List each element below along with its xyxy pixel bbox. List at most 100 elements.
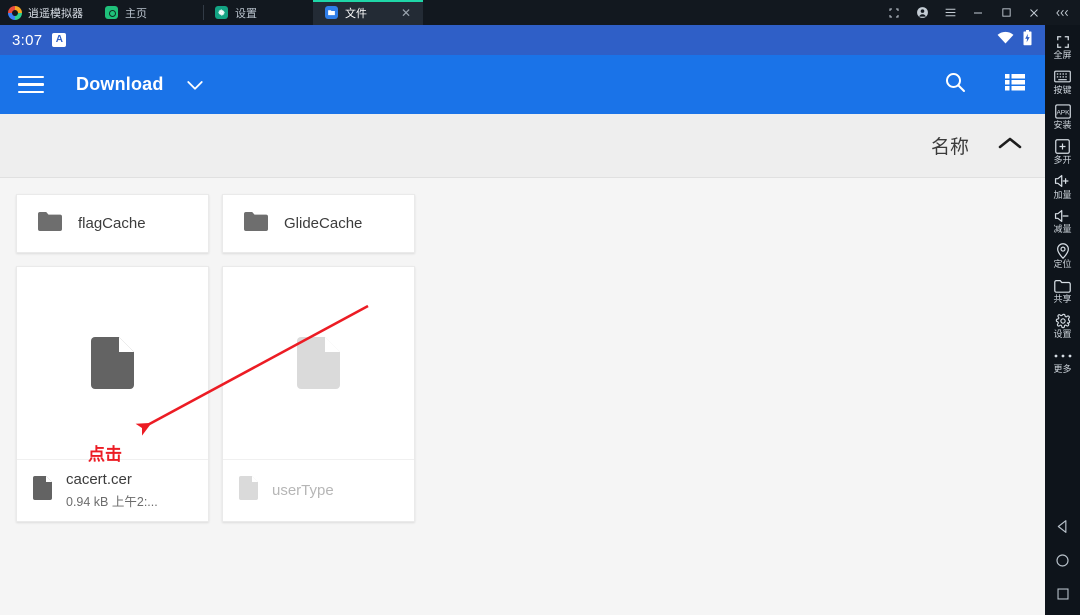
android-status-bar: 3:07 A <box>0 25 1045 55</box>
sidebar-item-install[interactable]: APK 安装 <box>1045 99 1080 134</box>
file-thumbnail <box>223 267 414 459</box>
sidebar-label: 多开 <box>1053 154 1072 165</box>
tab-home-label: 主页 <box>125 7 147 20</box>
volume-down-icon <box>1054 207 1071 224</box>
android-screen: 3:07 A Download 名称 flagCache GlideCache … <box>0 25 1045 615</box>
chevron-up-icon[interactable] <box>997 135 1023 156</box>
sidebar-label: 全屏 <box>1053 50 1072 60</box>
tab-files-label: 文件 <box>345 7 367 20</box>
shared-folder-icon <box>1054 277 1071 294</box>
sort-label: 名称 <box>930 137 969 158</box>
sidebar-label: 加量 <box>1053 189 1072 200</box>
keyboard-icon <box>1054 68 1071 85</box>
file-card-usertype[interactable]: userType <box>222 266 415 522</box>
hamburger-icon[interactable] <box>18 75 44 94</box>
home-circle-icon <box>105 6 118 19</box>
page-title: Download <box>76 74 164 94</box>
gear-icon <box>215 6 228 19</box>
svg-text:APK: APK <box>1056 109 1070 116</box>
gear-icon <box>1055 312 1071 329</box>
fullscreen-icon <box>1056 33 1070 50</box>
ellipsis-icon <box>1054 347 1072 364</box>
file-thumbnail <box>17 267 208 459</box>
folder-icon <box>37 211 63 237</box>
sidebar-item-share[interactable]: 共享 <box>1045 273 1080 308</box>
file-name: cacert.cer <box>66 471 132 488</box>
app-bar: Download <box>0 55 1045 114</box>
app-logo-icon <box>8 5 22 20</box>
window-controls <box>880 0 1080 25</box>
folder-card[interactable]: GlideCache <box>222 194 415 253</box>
menu-button[interactable] <box>936 0 964 25</box>
sidebar-item-settings[interactable]: 设置 <box>1045 308 1080 343</box>
folder-icon <box>243 211 269 237</box>
folder-name: flagCache <box>78 215 146 232</box>
sidebar-label: 安装 <box>1053 119 1072 130</box>
file-texts: cacert.cer 0.94 kB 上午2:... <box>66 471 158 510</box>
file-grid-area: flagCache GlideCache cacert.cer 0.94 kB … <box>0 178 1045 615</box>
file-icon <box>297 337 340 389</box>
file-card-cacert[interactable]: cacert.cer 0.94 kB 上午2:... <box>16 266 209 522</box>
file-meta: userType <box>223 459 414 521</box>
file-icon <box>91 337 134 389</box>
folder-card[interactable]: flagCache <box>16 194 209 253</box>
snapshot-button[interactable] <box>880 0 908 25</box>
file-meta: cacert.cer 0.94 kB 上午2:... <box>17 459 208 521</box>
multi-instance-icon <box>1055 138 1070 155</box>
folder-name: GlideCache <box>284 215 363 232</box>
sidebar-label: 设置 <box>1053 329 1072 340</box>
location-pin-icon <box>1056 242 1070 259</box>
tab-home[interactable]: 主页 <box>93 0 203 25</box>
collapse-sidebar-button[interactable] <box>1048 0 1076 25</box>
maximize-button[interactable] <box>992 0 1020 25</box>
search-icon[interactable] <box>943 70 967 99</box>
file-name: userType <box>272 482 334 499</box>
apk-install-icon: APK <box>1054 103 1071 120</box>
status-indicators <box>997 29 1033 51</box>
sort-bar[interactable]: 名称 <box>0 114 1045 178</box>
account-button[interactable] <box>908 0 936 25</box>
emulator-window: 逍遥模拟器 主页 设置 文件 ✕ 3:07 A Download 名称 flag… <box>0 0 1080 615</box>
emulator-sidebar: 全屏 按键 APK 安装 多开 加量 减量 定位 共享 设置 更多 <box>1045 25 1080 615</box>
list-view-icon[interactable] <box>1003 70 1027 99</box>
file-icon <box>33 476 52 505</box>
sidebar-item-location[interactable]: 定位 <box>1045 238 1080 273</box>
sidebar-label: 共享 <box>1053 294 1072 305</box>
brand-name: 逍遥模拟器 <box>28 7 83 20</box>
sidebar-label: 减量 <box>1053 224 1072 235</box>
sidebar-item-volume-up[interactable]: 加量 <box>1045 169 1080 204</box>
android-nav-buttons <box>1054 517 1072 615</box>
file-texts: userType <box>272 482 334 499</box>
tab-settings[interactable]: 设置 <box>203 0 313 25</box>
file-subtitle: 0.94 kB 上午2:... <box>66 495 158 509</box>
sidebar-label: 更多 <box>1053 364 1072 375</box>
status-clock: 3:07 <box>12 31 43 49</box>
minimize-button[interactable] <box>964 0 992 25</box>
android-home-button[interactable] <box>1054 551 1072 569</box>
sidebar-item-volume-down[interactable]: 减量 <box>1045 203 1080 238</box>
close-window-button[interactable] <box>1020 0 1048 25</box>
tab-settings-label: 设置 <box>235 7 257 20</box>
notification-badge: A <box>52 33 67 47</box>
chevron-down-icon[interactable] <box>186 79 204 91</box>
app-bar-actions <box>943 70 1027 99</box>
file-grid: flagCache GlideCache cacert.cer 0.94 kB … <box>16 194 1029 522</box>
sidebar-item-keymap[interactable]: 按键 <box>1045 64 1080 99</box>
emulator-tab-bar: 逍遥模拟器 主页 设置 文件 ✕ <box>0 0 1080 25</box>
sidebar-label: 定位 <box>1053 259 1072 270</box>
tab-files[interactable]: 文件 ✕ <box>313 0 423 25</box>
android-recents-button[interactable] <box>1054 585 1072 603</box>
android-back-button[interactable] <box>1054 517 1072 535</box>
close-icon[interactable]: ✕ <box>401 7 411 19</box>
sidebar-item-more[interactable]: 更多 <box>1045 343 1080 378</box>
sidebar-label: 按键 <box>1053 84 1072 95</box>
annotation-label: 点击 <box>88 445 122 464</box>
wifi-icon <box>997 31 1014 49</box>
sidebar-item-multi-instance[interactable]: 多开 <box>1045 134 1080 169</box>
sidebar-item-fullscreen[interactable]: 全屏 <box>1045 29 1080 64</box>
volume-up-icon <box>1054 173 1071 190</box>
folder-blue-icon <box>325 6 338 19</box>
emulator-brand: 逍遥模拟器 <box>0 0 93 25</box>
battery-charging-icon <box>1022 29 1033 51</box>
file-icon <box>239 476 258 505</box>
